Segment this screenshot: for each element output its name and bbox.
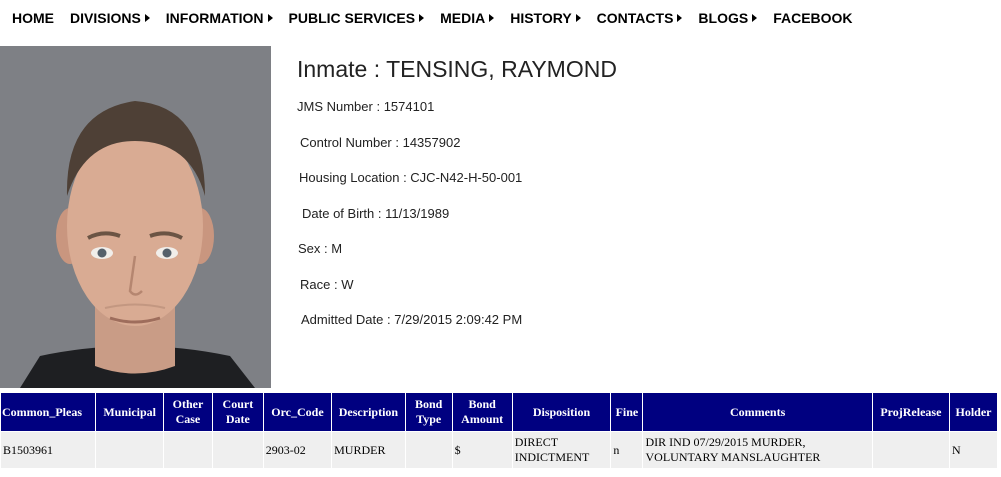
inmate-fields: JMS Number : 1574101 Control Number : 143… bbox=[297, 97, 977, 346]
charges-body: B1503961 2903-02 MURDER $ DIRECT INDICTMENT n… bbox=[0, 431, 998, 469]
nav-item-label: FACEBOOK bbox=[773, 10, 853, 26]
column-header-orc-code: Orc_Code bbox=[262, 392, 333, 432]
table-cell: $ bbox=[451, 431, 513, 469]
caret-right-icon bbox=[419, 14, 425, 22]
inmate-name-heading: Inmate : TENSING, RAYMOND bbox=[297, 56, 617, 82]
nav-item-label: BLOGS bbox=[698, 10, 749, 26]
field-label: Housing Location : bbox=[299, 170, 411, 185]
table-cell: 2903-02 bbox=[262, 431, 333, 469]
column-header-bond-type: Bond Type bbox=[404, 392, 453, 432]
mugshot-image bbox=[0, 46, 271, 388]
charges-header-row: Common_Pleas Municipal Other Case Court Dat… bbox=[0, 392, 998, 432]
table-cell bbox=[162, 431, 213, 469]
nav-item-label: INFORMATION bbox=[165, 10, 264, 26]
charges-table: Common_Pleas Municipal Other Case Court Dat… bbox=[0, 392, 998, 469]
table-cell: n bbox=[610, 431, 644, 469]
nav-item-blogs[interactable]: BLOGS bbox=[698, 10, 758, 26]
nav-item-public-services[interactable]: PUBLIC SERVICES bbox=[289, 10, 425, 26]
nav-item-information[interactable]: INFORMATION bbox=[166, 10, 273, 26]
column-header-common-pleas: Common_Pleas bbox=[0, 392, 97, 432]
inmate-field-row: Sex : M bbox=[297, 239, 977, 275]
field-label: Date of Birth : bbox=[302, 205, 386, 221]
field-value: 1574101 bbox=[383, 99, 435, 114]
field-value: 14357902 bbox=[402, 134, 461, 150]
column-header-bond-amount: Bond Amount bbox=[451, 392, 513, 432]
column-header-fine: Fine bbox=[610, 392, 644, 432]
field-label: Control Number : bbox=[300, 134, 403, 150]
caret-right-icon bbox=[144, 14, 150, 22]
caret-right-icon bbox=[677, 14, 683, 22]
nav-item-label: HISTORY bbox=[510, 10, 572, 26]
field-label: Race : bbox=[300, 276, 342, 292]
field-value: 11/13/1989 bbox=[385, 205, 450, 221]
nav-item-facebook[interactable]: FACEBOOK bbox=[773, 10, 852, 26]
inmate-field-row: Race : W bbox=[297, 275, 977, 311]
nav-item-label: MEDIA bbox=[440, 10, 486, 26]
field-label: Sex : bbox=[298, 241, 332, 256]
inmate-info: Inmate : TENSING, RAYMOND JMS Number : 1… bbox=[297, 56, 977, 346]
nav-item-history[interactable]: HISTORY bbox=[510, 10, 581, 26]
table-cell: MURDER bbox=[331, 431, 406, 469]
nav-item-divisions[interactable]: DIVISIONS bbox=[70, 10, 150, 26]
column-header-projrelease: ProjRelease bbox=[871, 392, 951, 432]
caret-right-icon bbox=[752, 14, 758, 22]
table-row: B1503961 2903-02 MURDER $ DIRECT INDICTMENT n… bbox=[0, 431, 998, 469]
field-value: W bbox=[341, 276, 354, 292]
column-header-holder: Holder bbox=[949, 392, 998, 432]
table-cell: DIR IND 07/29/2015 MURDER, VOLUNTARY MAN… bbox=[642, 431, 873, 469]
field-value: M bbox=[331, 241, 343, 256]
table-cell bbox=[404, 431, 453, 469]
inmate-field-row: Housing Location : CJC-N42-H-50-001 bbox=[297, 168, 977, 204]
nav-item-label: PUBLIC SERVICES bbox=[288, 10, 416, 26]
table-cell: B1503961 bbox=[0, 431, 97, 469]
inmate-field-row: Date of Birth : 11/13/1989 bbox=[297, 204, 977, 240]
nav-item-label: CONTACTS bbox=[596, 10, 674, 26]
table-cell: DIRECT INDICTMENT bbox=[511, 431, 612, 469]
nav-item-label: HOME bbox=[12, 10, 54, 26]
column-header-comments: Comments bbox=[642, 392, 873, 432]
field-label: Admitted Date : bbox=[301, 312, 395, 327]
inmate-field-row: JMS Number : 1574101 bbox=[297, 97, 977, 133]
column-header-other-case: Other Case bbox=[162, 392, 213, 432]
column-header-disposition: Disposition bbox=[511, 392, 612, 432]
main-nav: HOME DIVISIONS INFORMATION PUBLIC SERVICES M… bbox=[0, 0, 1001, 36]
column-header-court-date: Court Date bbox=[211, 392, 264, 432]
nav-item-media[interactable]: MEDIA bbox=[440, 10, 495, 26]
table-cell: N bbox=[949, 431, 998, 469]
field-value: 7/29/2015 2:09:42 PM bbox=[394, 312, 523, 327]
inmate-field-row: Admitted Date : 7/29/2015 2:09:42 PM bbox=[297, 310, 977, 346]
column-header-description: Description bbox=[331, 392, 406, 432]
caret-right-icon bbox=[267, 14, 273, 22]
nav-item-contacts[interactable]: CONTACTS bbox=[597, 10, 683, 26]
field-value: CJC-N42-H-50-001 bbox=[410, 170, 523, 185]
nav-menu: HOME DIVISIONS INFORMATION PUBLIC SERVICES M… bbox=[0, 0, 1001, 36]
column-header-municipal: Municipal bbox=[95, 392, 164, 432]
nav-item-label: DIVISIONS bbox=[70, 10, 141, 26]
nav-item-home[interactable]: HOME bbox=[12, 10, 54, 26]
table-cell bbox=[871, 431, 951, 469]
inmate-photo bbox=[0, 46, 271, 388]
caret-right-icon bbox=[489, 14, 495, 22]
table-cell bbox=[95, 431, 164, 469]
caret-right-icon bbox=[575, 14, 581, 22]
inmate-field-row: Control Number : 14357902 bbox=[297, 133, 977, 169]
field-label: JMS Number : bbox=[297, 99, 384, 114]
table-cell bbox=[211, 431, 264, 469]
